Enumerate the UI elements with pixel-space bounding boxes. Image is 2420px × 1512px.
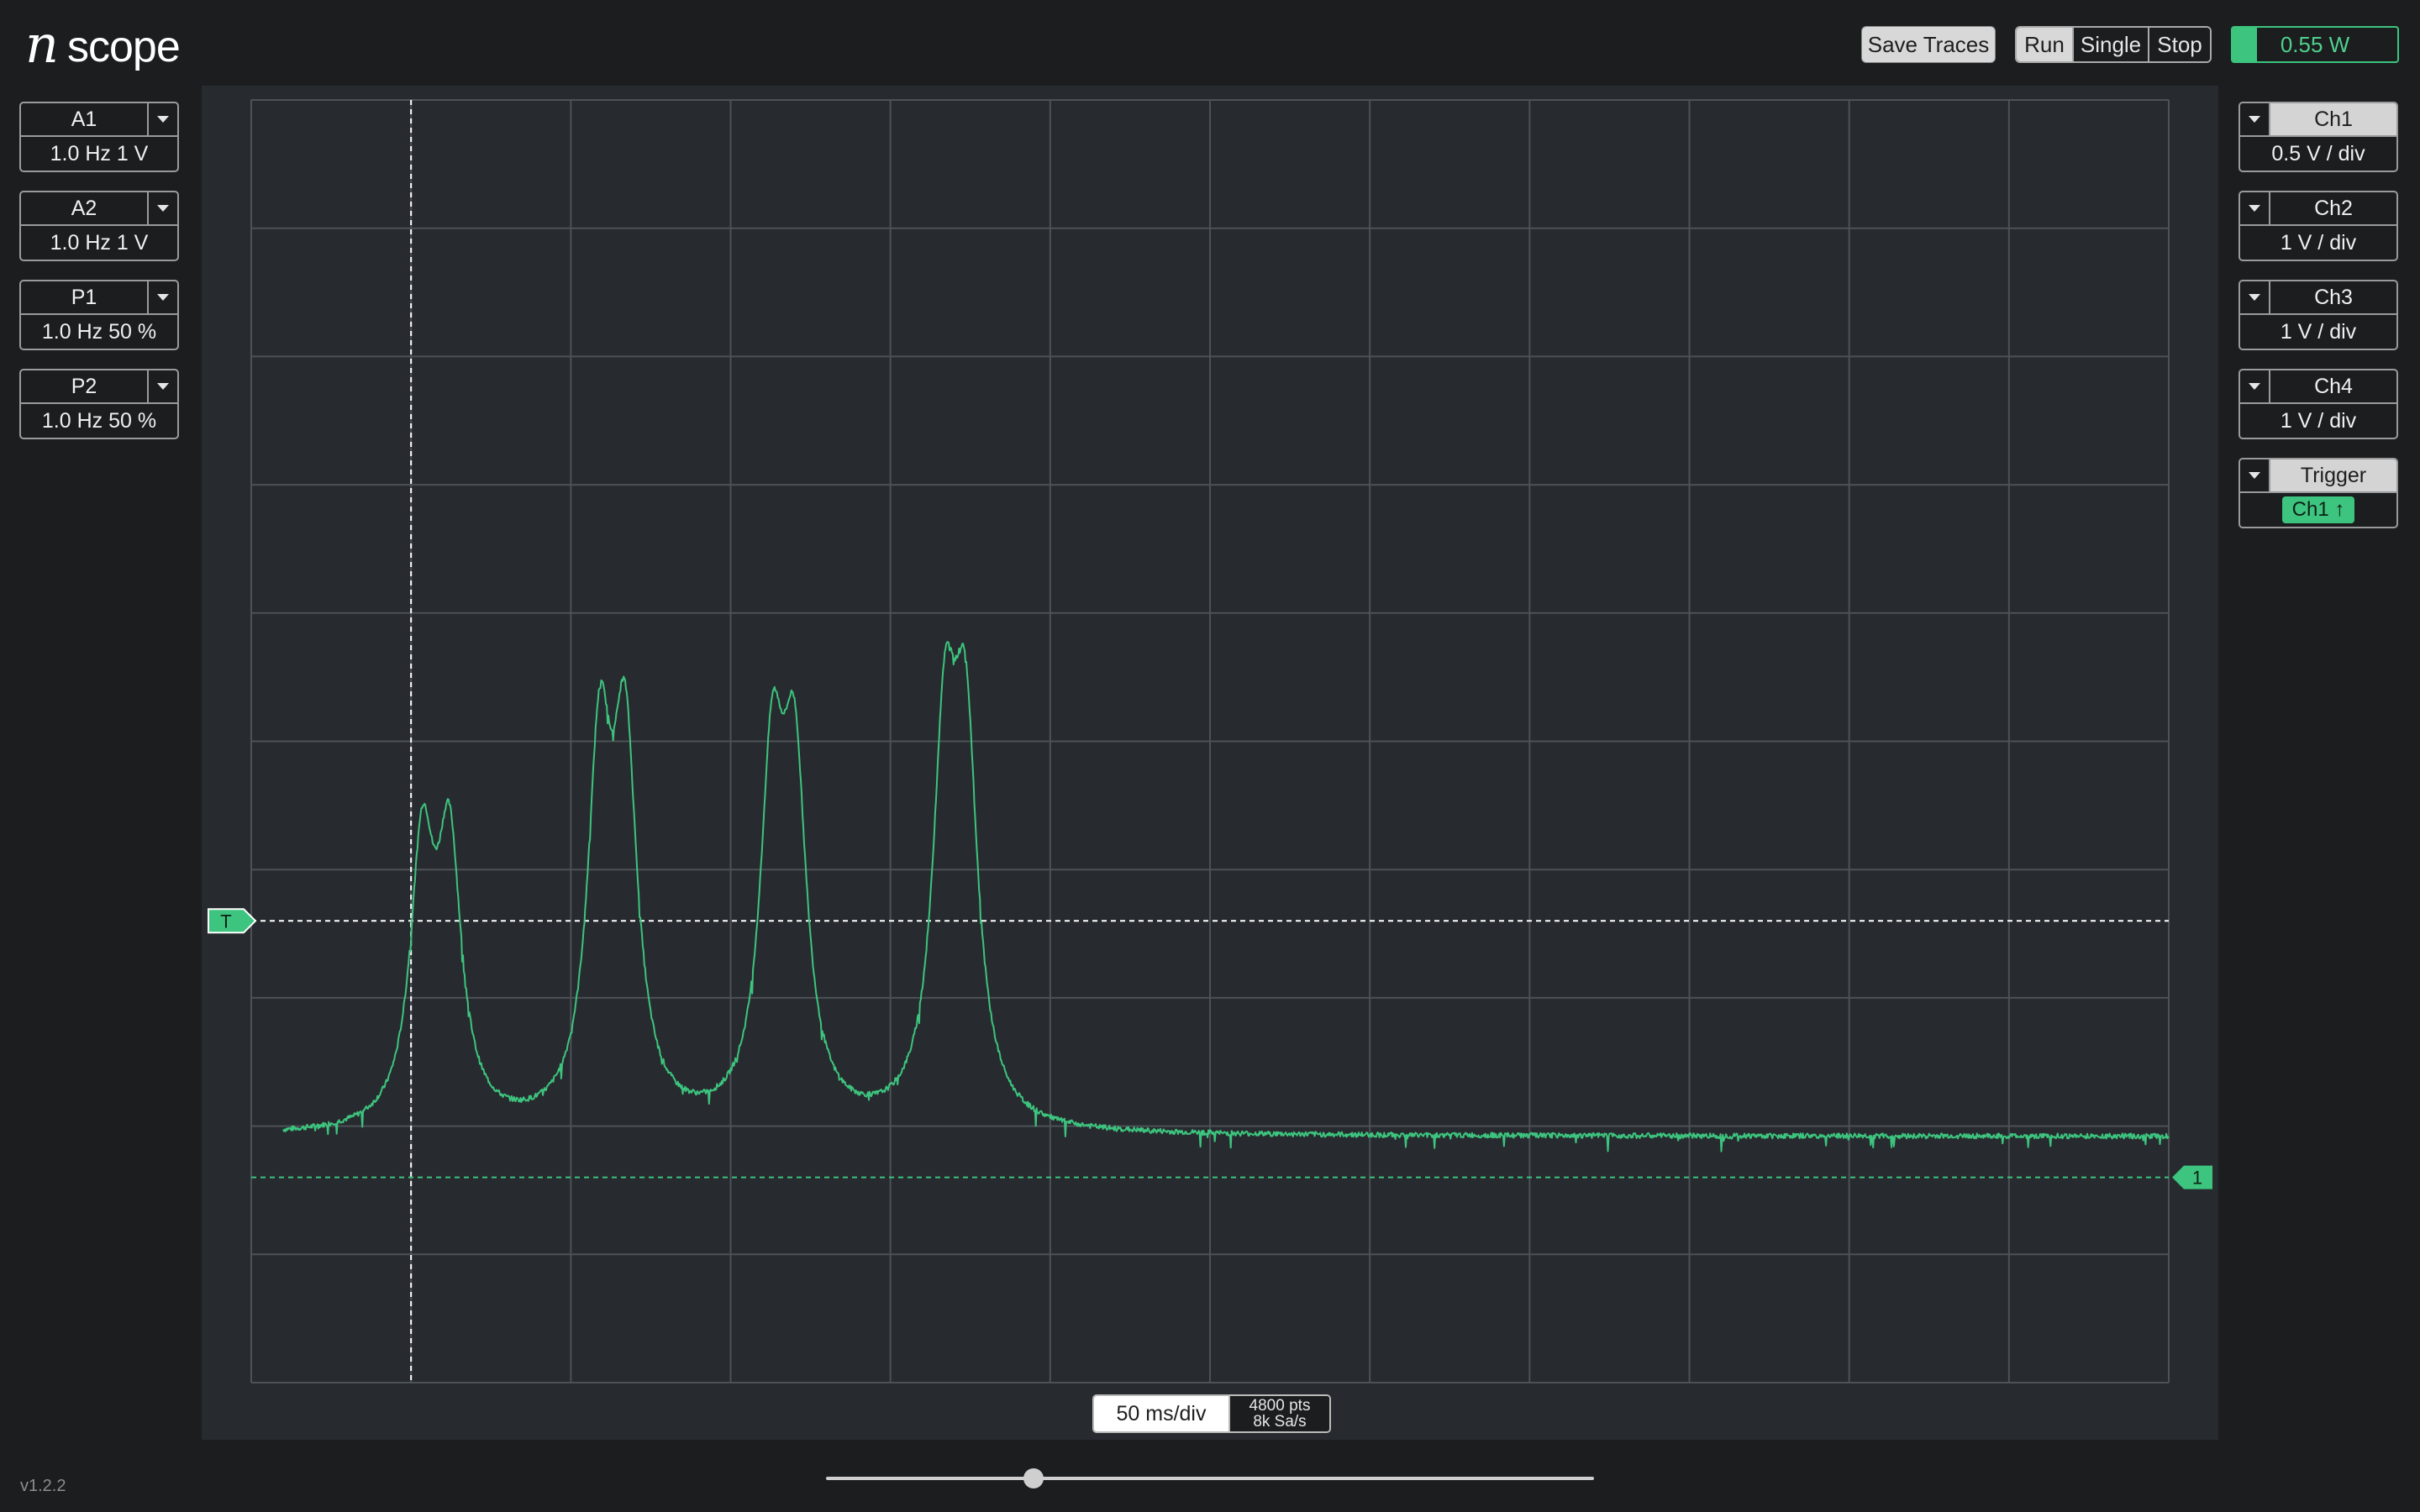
channel-dropdown-button[interactable] (2240, 281, 2270, 313)
channel-name[interactable]: Ch4 (2270, 370, 2396, 402)
generator-dropdown-button[interactable] (147, 192, 177, 224)
trigger-source-badge[interactable]: Ch1 ↑ (2281, 496, 2355, 523)
generator-value[interactable]: 1.0 Hz 50 % (21, 315, 177, 349)
version-label: v1.2.2 (20, 1477, 66, 1495)
ch1-marker-label: 1 (2192, 1168, 2202, 1189)
slider-track[interactable] (826, 1477, 1594, 1480)
channel-panel-ch1: Ch1 0.5 V / div (2238, 102, 2398, 172)
chevron-down-icon (2249, 383, 2260, 390)
trigger-source-row[interactable]: Ch1 ↑ (2240, 493, 2396, 527)
trigger-marker-label: T (220, 911, 231, 932)
generator-name[interactable]: P1 (21, 281, 147, 313)
channel-name[interactable]: Ch2 (2270, 192, 2396, 224)
logo-scope: scope (67, 23, 181, 71)
ch1-trace (282, 641, 2170, 1152)
trigger-name[interactable]: Trigger (2270, 459, 2396, 491)
trigger-dropdown-button[interactable] (2240, 459, 2270, 491)
logo-n: n (25, 13, 59, 75)
chevron-down-icon (157, 205, 169, 212)
channel-panel-ch4: Ch4 1 V / div (2238, 369, 2398, 439)
trigger-level-marker (208, 908, 257, 934)
generator-dropdown-button[interactable] (147, 281, 177, 313)
timebase-control: 50 ms/div 4800 pts 8k Sa/s (1092, 1394, 1331, 1433)
generator-panel-a2: A2 1.0 Hz 1 V (19, 191, 179, 261)
timebase-div[interactable]: 50 ms/div (1094, 1396, 1228, 1431)
channel-panel-ch3: Ch3 1 V / div (2238, 280, 2398, 350)
chevron-down-icon (2249, 205, 2260, 212)
chevron-down-icon (157, 116, 169, 123)
single-button[interactable]: Single (2074, 28, 2149, 61)
channel-scale[interactable]: 0.5 V / div (2240, 137, 2396, 171)
channel-dropdown-button[interactable] (2240, 103, 2270, 135)
trigger-panel: Trigger Ch1 ↑ (2238, 458, 2398, 528)
sample-points: 4800 pts (1249, 1397, 1311, 1415)
generator-name[interactable]: P2 (21, 370, 147, 402)
chevron-down-icon (2249, 472, 2260, 479)
channel-scale[interactable]: 1 V / div (2240, 404, 2396, 438)
channel-dropdown-button[interactable] (2240, 370, 2270, 402)
generator-value[interactable]: 1.0 Hz 1 V (21, 226, 177, 260)
channel-name[interactable]: Ch3 (2270, 281, 2396, 313)
generator-value[interactable]: 1.0 Hz 1 V (21, 137, 177, 171)
channel-name[interactable]: Ch1 (2270, 103, 2396, 135)
chevron-down-icon (2249, 116, 2260, 123)
sample-rate: 8k Sa/s (1253, 1413, 1307, 1431)
channel-dropdown-button[interactable] (2240, 192, 2270, 224)
run-button[interactable]: Run (2017, 28, 2074, 61)
generator-name[interactable]: A1 (21, 103, 147, 135)
chevron-down-icon (157, 383, 169, 390)
acquisition-mode-group: Run Single Stop (2015, 26, 2212, 63)
generator-dropdown-button[interactable] (147, 103, 177, 135)
generator-panel-p1: P1 1.0 Hz 50 % (19, 280, 179, 350)
chevron-down-icon (2249, 294, 2260, 301)
stop-button[interactable]: Stop (2149, 28, 2210, 61)
waveform-plot[interactable]: T1 (202, 86, 2218, 1440)
generator-dropdown-button[interactable] (147, 370, 177, 402)
time-position-slider[interactable] (826, 1463, 1594, 1494)
chevron-down-icon (157, 294, 169, 301)
power-meter-label: 0.55 W (2280, 31, 2350, 57)
generator-panel-a1: A1 1.0 Hz 1 V (19, 102, 179, 172)
channel-scale[interactable]: 1 V / div (2240, 315, 2396, 349)
slider-knob[interactable] (1023, 1468, 1044, 1488)
channel-panel-ch2: Ch2 1 V / div (2238, 191, 2398, 261)
generator-value[interactable]: 1.0 Hz 50 % (21, 404, 177, 438)
generator-name[interactable]: A2 (21, 192, 147, 224)
scope-display[interactable]: T1 (202, 86, 2218, 1440)
save-traces-button[interactable]: Save Traces (1861, 26, 1996, 63)
power-meter: 0.55 W (2231, 26, 2399, 63)
channel-scale[interactable]: 1 V / div (2240, 226, 2396, 260)
sample-info: 4800 pts 8k Sa/s (1228, 1396, 1329, 1431)
generator-panel-p2: P2 1.0 Hz 50 % (19, 369, 179, 439)
